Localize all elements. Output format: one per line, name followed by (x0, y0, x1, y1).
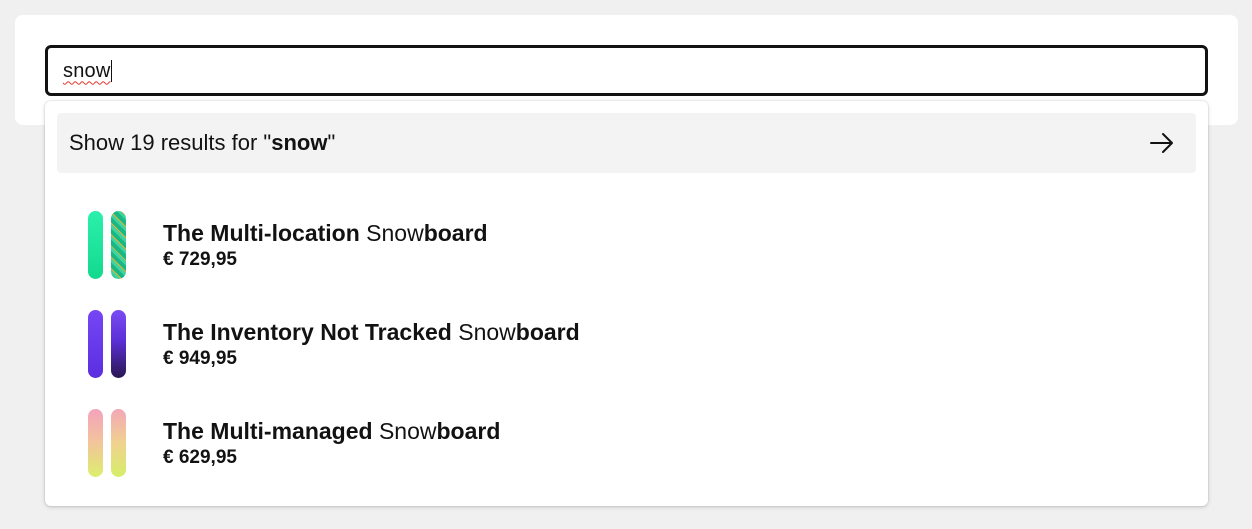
snowboard-front-image (88, 409, 103, 477)
product-price: € 949,95 (163, 347, 237, 369)
product-item[interactable]: The Inventory Not Tracked Snowboard € 94… (45, 299, 1208, 389)
product-info: The Inventory Not Tracked Snowboard € 94… (163, 318, 580, 371)
predictive-search-dropdown: Show 19 results for "snow" The Multi-loc… (45, 101, 1208, 506)
snowboard-front-image (88, 310, 103, 378)
product-thumbnail (85, 409, 129, 479)
product-title[interactable]: The Inventory Not Tracked Snowboard (163, 318, 580, 346)
product-info: The Multi-location Snowboard € 729,95 (163, 219, 488, 272)
product-thumbnail (85, 310, 129, 380)
product-info: The Multi-managed Snowboard € 629,95 (163, 417, 500, 470)
product-item[interactable]: The Multi-managed Snowboard € 629,95 (45, 398, 1208, 488)
product-title[interactable]: The Multi-managed Snowboard (163, 417, 500, 445)
product-title[interactable]: The Multi-location Snowboard (163, 219, 488, 247)
product-item[interactable]: The Multi-location Snowboard € 729,95 (45, 200, 1208, 290)
show-all-results-button[interactable]: Show 19 results for "snow" (57, 113, 1196, 173)
product-price: € 729,95 (163, 248, 237, 270)
text-cursor (110, 59, 112, 82)
snowboard-back-image (111, 310, 126, 378)
arrow-right-icon (1150, 133, 1173, 153)
snowboard-front-image (88, 211, 103, 279)
snowboard-back-image (111, 409, 126, 477)
product-price: € 629,95 (163, 446, 237, 468)
show-results-label: Show 19 results for "snow" (69, 130, 336, 155)
snowboard-back-image (111, 211, 126, 279)
product-thumbnail (85, 211, 129, 281)
search-input[interactable]: snow (63, 59, 111, 83)
search-field[interactable]: snow (45, 45, 1208, 96)
